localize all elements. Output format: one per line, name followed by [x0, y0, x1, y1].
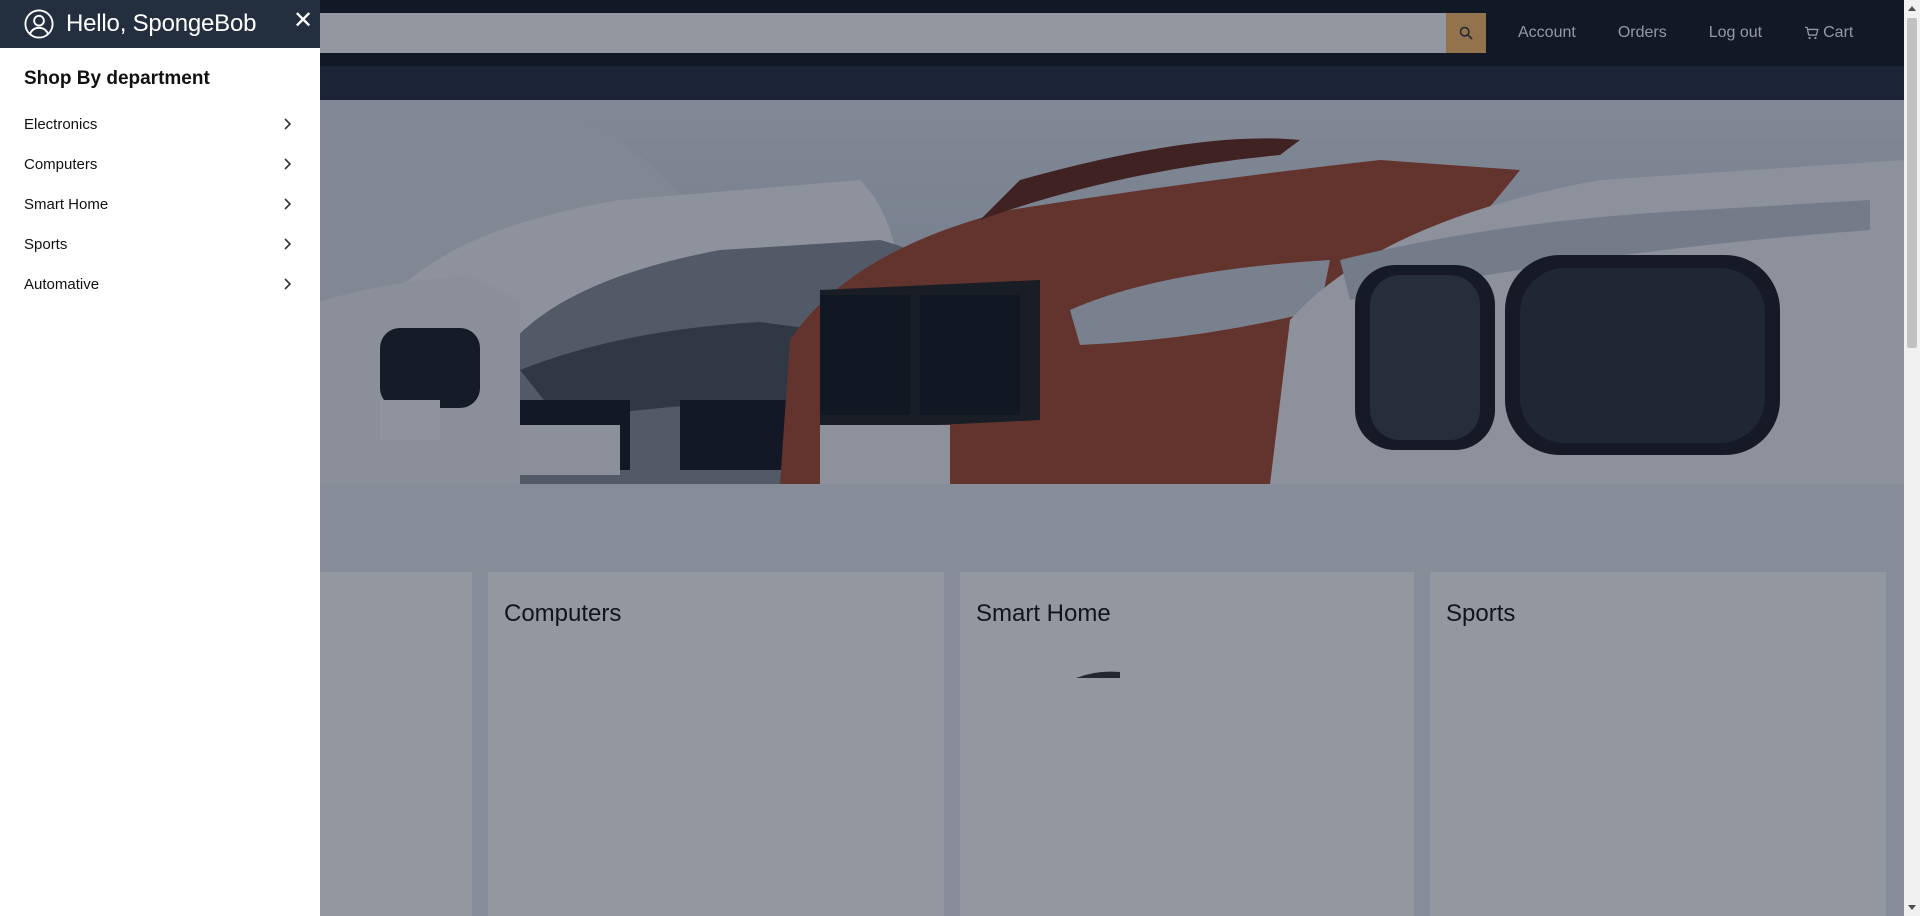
user-circle-icon: [24, 9, 54, 39]
user-greeting: Hello, SpongeBob: [66, 10, 257, 37]
scrollbar-thumb[interactable]: [1907, 18, 1917, 348]
department-label: Smart Home: [24, 195, 109, 213]
chevron-right-icon: [284, 198, 292, 210]
chevron-right-icon: [284, 118, 292, 130]
chevron-right-icon: [284, 238, 292, 250]
department-item-smart-home[interactable]: Smart Home: [0, 184, 320, 224]
page-scrollbar[interactable]: [1904, 0, 1920, 916]
scroll-down-arrow-icon[interactable]: [1908, 905, 1916, 910]
chevron-right-icon: [284, 158, 292, 170]
department-label: Automative: [24, 275, 100, 293]
scroll-up-arrow-icon[interactable]: [1908, 6, 1916, 11]
department-label: Sports: [24, 235, 68, 253]
drawer-section-title: Shop By department: [24, 68, 210, 89]
chevron-right-icon: [284, 278, 292, 290]
department-item-automative[interactable]: Automative: [0, 264, 320, 304]
department-label: Electronics: [24, 115, 98, 133]
drawer-header: Hello, SpongeBob: [0, 0, 320, 48]
department-item-electronics[interactable]: Electronics: [0, 104, 320, 144]
department-label: Computers: [24, 155, 98, 173]
department-item-sports[interactable]: Sports: [0, 224, 320, 264]
department-item-computers[interactable]: Computers: [0, 144, 320, 184]
department-drawer: Hello, SpongeBob ✕ Shop By department El…: [0, 0, 320, 916]
close-icon[interactable]: ✕: [292, 6, 314, 34]
